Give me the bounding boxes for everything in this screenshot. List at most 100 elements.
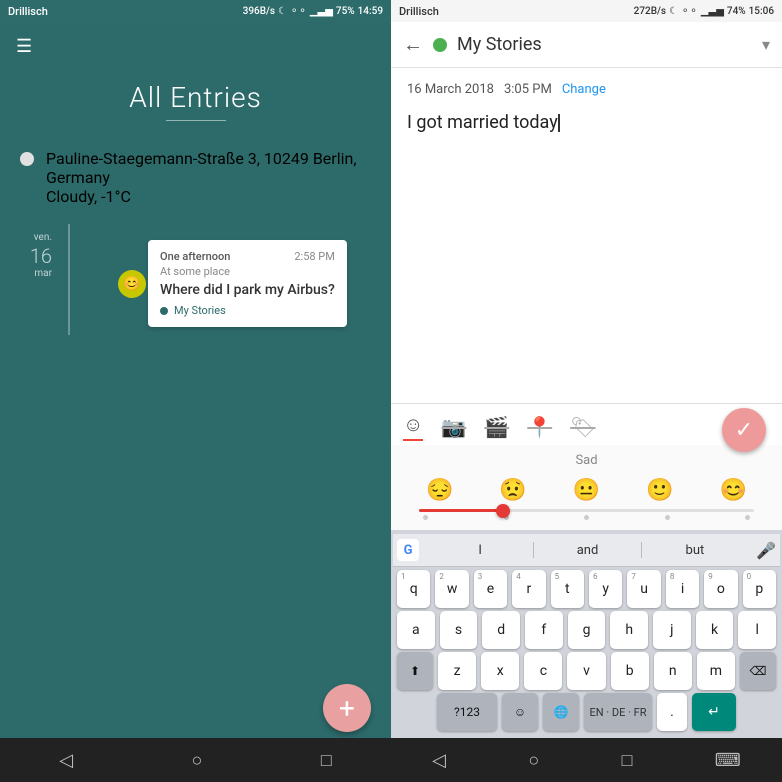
- mood-face-3[interactable]: 😐: [573, 478, 600, 503]
- key-u[interactable]: 7u: [627, 570, 660, 608]
- title-divider: [166, 120, 226, 121]
- right-back-icon[interactable]: ◁: [432, 750, 446, 771]
- confirm-fab[interactable]: ✓: [722, 408, 766, 452]
- key-w[interactable]: 2w: [435, 570, 468, 608]
- back-nav-icon[interactable]: ◁: [59, 750, 73, 771]
- location-off-icon[interactable]: 📍: [527, 415, 552, 439]
- camera-icon[interactable]: 📷: [441, 415, 466, 439]
- key-k[interactable]: k: [696, 611, 734, 649]
- mood-slider[interactable]: [419, 509, 754, 512]
- key-r[interactable]: 4r: [512, 570, 545, 608]
- slider-dots: [419, 515, 754, 520]
- key-o[interactable]: 9o: [704, 570, 737, 608]
- video-icon[interactable]: 🎬: [484, 415, 509, 439]
- date-marker: ven. 16 mar 😊 One afternoon At some plac…: [0, 224, 391, 335]
- key-i[interactable]: 8i: [666, 570, 699, 608]
- address-text: Pauline-Staegemann-Straße 3, 10249 Berli…: [46, 149, 375, 187]
- left-status-icons: 396B/s ☾ ⚬⚬ ▁▃▅ 75% 14:59: [243, 6, 383, 17]
- mood-label: Sad: [403, 453, 770, 468]
- suggestion-3[interactable]: but: [642, 543, 748, 558]
- key-l[interactable]: l: [738, 611, 776, 649]
- date-label: ven. 16 mar: [16, 232, 52, 280]
- story-dot: [160, 307, 168, 315]
- left-panel: ☰ All Entries Pauline-Staegemann-Straße …: [0, 22, 391, 782]
- home-nav-icon[interactable]: ○: [192, 750, 203, 771]
- key-z[interactable]: z: [438, 652, 476, 690]
- key-d[interactable]: d: [482, 611, 520, 649]
- slider-dot: [665, 515, 670, 520]
- key-q[interactable]: 1q: [397, 570, 430, 608]
- entry-emoji: 😊: [118, 270, 146, 298]
- entry-card[interactable]: 😊 One afternoon At some place 2:58 PM Wh…: [148, 240, 347, 327]
- keyboard-suggestions: G I and but 🎤: [393, 534, 780, 567]
- shift-key[interactable]: ⬆: [397, 652, 433, 690]
- location-dot: [20, 152, 34, 166]
- right-header: ← My Stories ▾: [391, 22, 782, 68]
- mood-face-2[interactable]: 😟: [499, 478, 526, 503]
- key-f[interactable]: f: [525, 611, 563, 649]
- mood-faces: 😔 😟 😐 🙂 😊: [403, 474, 770, 507]
- right-battery: 74%: [727, 6, 746, 17]
- right-carrier: Drillisch: [399, 5, 634, 18]
- right-home-icon[interactable]: ○: [528, 750, 539, 771]
- key-j[interactable]: j: [653, 611, 691, 649]
- hamburger-menu[interactable]: ☰: [16, 36, 32, 57]
- mood-face-1[interactable]: 😔: [426, 478, 453, 503]
- suggestion-2[interactable]: and: [534, 543, 640, 558]
- dot-key[interactable]: .: [657, 693, 687, 731]
- entry-text-field[interactable]: I got married today: [407, 109, 766, 136]
- left-time: 14:59: [358, 6, 383, 17]
- key-h[interactable]: h: [610, 611, 648, 649]
- key-b[interactable]: b: [611, 652, 649, 690]
- entry-text-content: I got married today: [407, 112, 558, 133]
- signal-icon-r: ▁▃▅: [701, 6, 724, 17]
- keyboard-row-2: a s d f g h j k l: [397, 611, 776, 649]
- right-stats: 272B/s: [634, 6, 666, 17]
- key-c[interactable]: c: [524, 652, 562, 690]
- key-n[interactable]: n: [654, 652, 692, 690]
- dropdown-arrow-icon[interactable]: ▾: [762, 35, 770, 54]
- right-status-bar: Drillisch 272B/s ☾ ⚬⚬ ▁▃▅ 74% 15:06: [391, 0, 782, 22]
- change-link[interactable]: Change: [562, 82, 606, 97]
- enter-key[interactable]: ↵: [692, 693, 736, 731]
- left-status-bar: Drillisch 396B/s ☾ ⚬⚬ ▁▃▅ 75% 14:59: [0, 0, 391, 22]
- key-p[interactable]: 0p: [743, 570, 776, 608]
- story-indicator: [433, 38, 447, 52]
- weather-text: Cloudy, -1°C: [46, 187, 375, 206]
- add-entry-fab[interactable]: +: [323, 684, 371, 732]
- key-m[interactable]: m: [697, 652, 735, 690]
- right-recent-icon[interactable]: □: [622, 750, 633, 771]
- microphone-icon[interactable]: 🎤: [756, 541, 776, 560]
- key-x[interactable]: x: [481, 652, 519, 690]
- key-t[interactable]: 5t: [551, 570, 584, 608]
- keyboard-icon[interactable]: ⌨: [715, 750, 741, 771]
- key-s[interactable]: s: [440, 611, 478, 649]
- key-v[interactable]: v: [567, 652, 605, 690]
- globe-key[interactable]: 🌐: [543, 693, 579, 731]
- suggestion-1[interactable]: I: [427, 543, 533, 558]
- emoji-mood-icon[interactable]: ☺: [403, 412, 423, 441]
- right-panel-title: My Stories: [457, 34, 752, 55]
- tag-off-icon[interactable]: 🏷: [570, 415, 595, 439]
- moon-icon: ☾: [278, 6, 287, 17]
- mood-face-4[interactable]: 🙂: [646, 478, 673, 503]
- entry-card-header: One afternoon At some place 2:58 PM: [160, 250, 335, 278]
- left-battery: 75%: [336, 6, 355, 17]
- key-g[interactable]: g: [568, 611, 606, 649]
- mood-face-5[interactable]: 😊: [720, 478, 747, 503]
- right-panel: ← My Stories ▾ 16 March 2018 3:05 PM Cha…: [391, 22, 782, 782]
- recent-nav-icon[interactable]: □: [321, 750, 332, 771]
- key-e[interactable]: 3e: [474, 570, 507, 608]
- slider-thumb[interactable]: [496, 504, 510, 518]
- emoji-key[interactable]: ☺: [502, 693, 538, 731]
- wifi-icon: ⚬⚬: [290, 6, 307, 17]
- back-arrow-button[interactable]: ←: [403, 32, 423, 57]
- num-key[interactable]: ?123: [437, 693, 497, 731]
- key-a[interactable]: a: [397, 611, 435, 649]
- key-y[interactable]: 6y: [589, 570, 622, 608]
- language-key[interactable]: EN · DE · FR: [584, 693, 652, 731]
- mood-selector: Sad 😔 😟 😐 🙂 😊: [391, 445, 782, 530]
- location-text: Pauline-Staegemann-Straße 3, 10249 Berli…: [46, 149, 375, 206]
- entry-place: At some place: [160, 265, 230, 278]
- backspace-key[interactable]: ⌫: [740, 652, 776, 690]
